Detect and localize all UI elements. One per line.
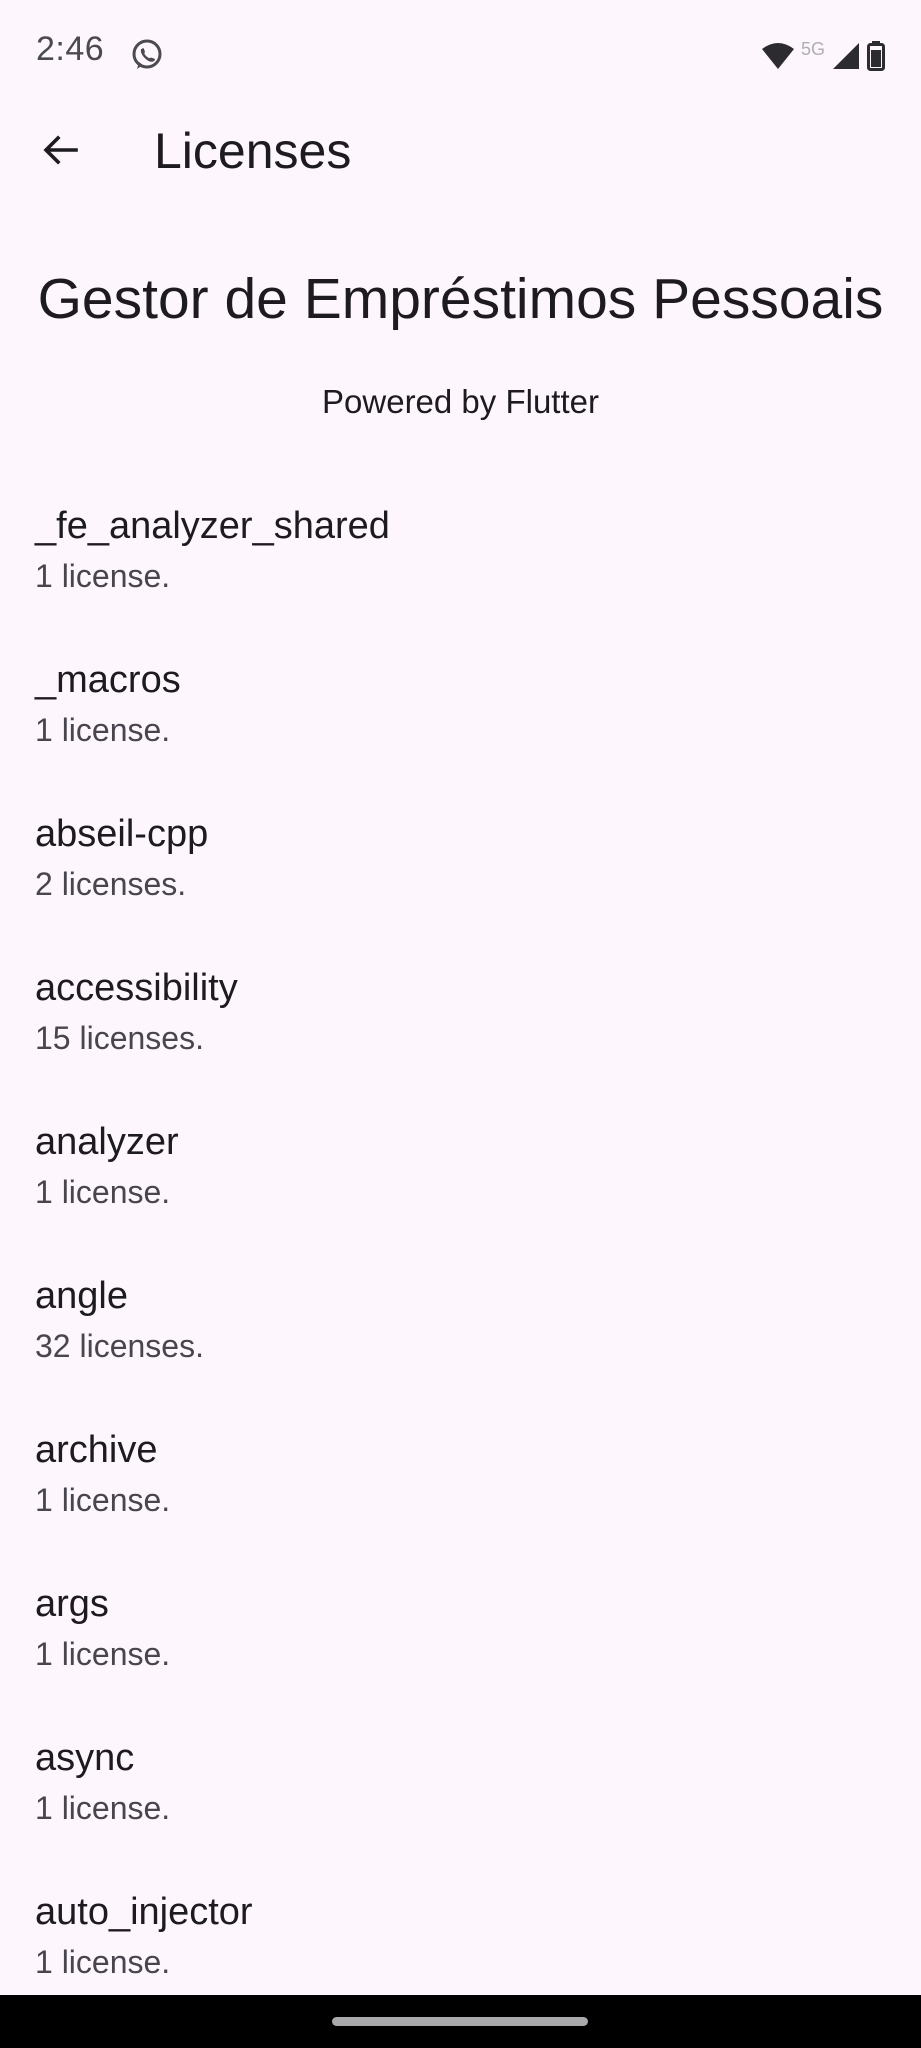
license-count: 1 license.: [35, 1482, 171, 1518]
powered-by-text: Powered by Flutter: [322, 383, 599, 420]
license-name: analyzer: [35, 1121, 179, 1163]
license-count: 1 license.: [35, 1636, 171, 1672]
license-count: 32 licenses.: [35, 1328, 204, 1364]
license-item[interactable]: _macros 1 license.: [0, 643, 921, 797]
license-name: _fe_analyzer_shared: [35, 505, 390, 547]
license-count: 1 license.: [35, 1174, 171, 1210]
battery-icon: [867, 41, 885, 71]
license-item[interactable]: args 1 license.: [0, 1567, 921, 1721]
app-name-heading: Gestor de Empréstimos Pessoais: [37, 267, 884, 331]
license-item[interactable]: angle 32 licenses.: [0, 1259, 921, 1413]
status-icons: 5G: [761, 36, 885, 76]
license-name: args: [35, 1583, 109, 1625]
license-count: 15 licenses.: [35, 1020, 204, 1056]
license-name: archive: [35, 1429, 158, 1471]
license-item[interactable]: _fe_analyzer_shared 1 license.: [0, 489, 921, 643]
license-name: _macros: [35, 659, 181, 701]
system-navigation-bar: [0, 1995, 921, 2048]
license-item[interactable]: async 1 license.: [0, 1721, 921, 1875]
license-list: _fe_analyzer_shared 1 license. _macros 1…: [0, 489, 921, 2029]
license-item[interactable]: accessibility 15 licenses.: [0, 951, 921, 1105]
back-button[interactable]: [28, 120, 92, 184]
status-time: 2:46: [36, 30, 105, 68]
license-count: 2 licenses.: [35, 866, 187, 902]
page-title: Licenses: [154, 123, 352, 179]
license-count: 1 license.: [35, 558, 171, 594]
license-name: abseil-cpp: [35, 813, 209, 855]
license-name: auto_injector: [35, 1891, 253, 1933]
license-count: 1 license.: [35, 712, 171, 748]
license-count: 1 license.: [35, 1944, 171, 1980]
license-item[interactable]: analyzer 1 license.: [0, 1105, 921, 1259]
license-name: accessibility: [35, 967, 238, 1009]
license-item[interactable]: abseil-cpp 2 licenses.: [0, 797, 921, 951]
license-count: 1 license.: [35, 1790, 171, 1826]
status-bar: 2:46 5G: [0, 0, 921, 110]
whatsapp-icon: [130, 38, 164, 72]
license-name: async: [35, 1737, 135, 1779]
signal-icon: [831, 41, 861, 71]
license-item[interactable]: archive 1 license.: [0, 1413, 921, 1567]
arrow-back-icon: [40, 130, 80, 175]
wifi-icon: [761, 41, 795, 71]
app-bar: Licenses: [0, 110, 921, 192]
network-type-label: 5G: [800, 38, 825, 59]
license-name: angle: [35, 1275, 128, 1317]
home-gesture-handle[interactable]: [332, 2017, 588, 2026]
